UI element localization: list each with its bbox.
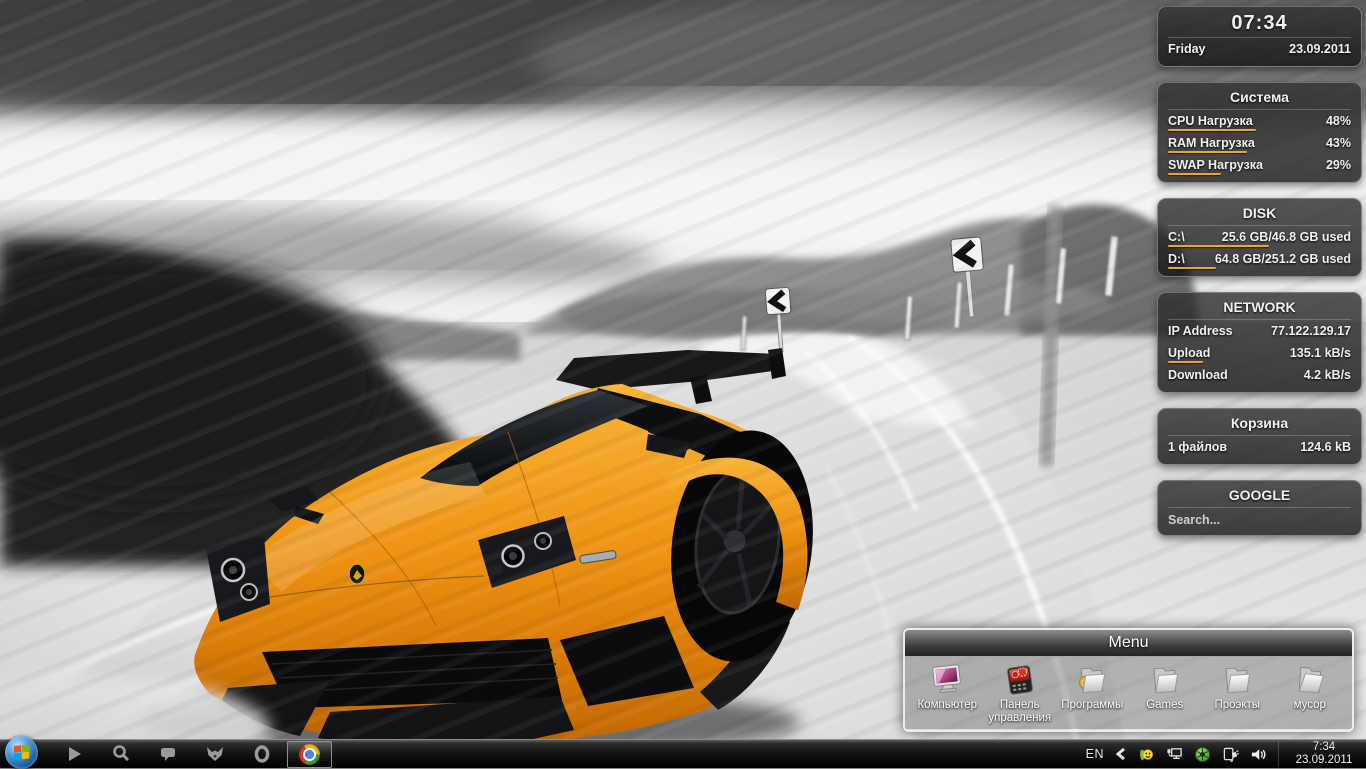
messenger-icon[interactable] [1138, 746, 1155, 763]
stat-value: 124.6 kB [1300, 440, 1351, 454]
stat-value: 77.122.129.17 [1271, 324, 1351, 338]
menu-items-row: Компьютер Панель управления Программы Ga… [905, 657, 1352, 729]
widget-title: DISK [1168, 202, 1351, 226]
menu-item-projects[interactable]: Проэкты [1201, 659, 1274, 729]
clock-day: Friday [1168, 42, 1206, 56]
menu-panel: Menu Компьютер Панель управления Програм… [903, 628, 1354, 732]
stat-row: IP Address 77.122.129.17 [1168, 320, 1351, 342]
opera-icon[interactable] [252, 744, 272, 764]
chat-icon[interactable] [158, 744, 178, 764]
menu-item-games[interactable]: Games [1129, 659, 1202, 729]
taskbar: EN 7:34 23.09.2011 [0, 736, 1366, 769]
clock-date: 23.09.2011 [1289, 42, 1351, 56]
tray-clock[interactable]: 7:34 23.09.2011 [1278, 741, 1363, 767]
stat-label: SWAP Нагрузка [1168, 158, 1263, 172]
menu-item-label: Программы [1061, 699, 1124, 711]
folder-icon [1298, 666, 1324, 694]
language-indicator[interactable]: EN [1086, 747, 1104, 761]
search-icon[interactable] [111, 744, 131, 764]
usage-meter [1168, 173, 1222, 175]
tray-clock-time: 7:34 [1312, 741, 1336, 753]
stat-label: Upload [1168, 346, 1211, 360]
stat-value: 25.6 GB/46.8 GB used [1221, 230, 1351, 244]
fox-icon[interactable] [205, 744, 225, 764]
chrome-icon [299, 744, 320, 765]
stat-value: 4.2 kB/s [1303, 368, 1351, 382]
clock-widget: 07:34 Friday 23.09.2011 [1157, 6, 1362, 67]
menu-item-control-panel[interactable]: Панель управления [984, 659, 1057, 729]
clock-time: 07:34 [1168, 10, 1351, 38]
stat-value: 43% [1325, 136, 1351, 150]
network-icon[interactable] [1166, 746, 1183, 763]
stat-value: 135.1 kB/s [1289, 346, 1351, 360]
usage-meter [1168, 151, 1247, 153]
menu-item-label: Панель управления [988, 699, 1052, 725]
menu-titlebar: Menu [905, 630, 1352, 657]
tray-clock-date: 23.09.2011 [1295, 754, 1353, 766]
stat-label: C:\ [1168, 230, 1185, 244]
antivirus-icon[interactable] [1194, 746, 1211, 763]
menu-title: Menu [1108, 634, 1149, 651]
stat-label: CPU Нагрузка [1168, 114, 1253, 128]
system-tray: EN 7:34 23.09.2011 [1086, 740, 1363, 768]
stat-value: 48% [1325, 114, 1351, 128]
menu-item-label: Проэкты [1214, 699, 1261, 711]
usage-meter [1168, 245, 1269, 247]
usage-meter [1168, 361, 1203, 363]
programs-folder-icon [1078, 667, 1106, 694]
stat-label: Download [1168, 368, 1228, 382]
hidden-icons-chevron[interactable] [1115, 747, 1127, 761]
stat-row: 1 файлов 124.6 kB [1168, 436, 1351, 458]
menu-item-trash[interactable]: мусор [1274, 659, 1347, 729]
recycle-bin-widget: Корзина 1 файлов 124.6 kB [1157, 408, 1362, 465]
usage-meter [1168, 267, 1216, 269]
quick-launch-area [64, 740, 272, 768]
widget-title: NETWORK [1168, 296, 1351, 320]
stat-row: SWAP Нагрузка 29% [1168, 154, 1351, 176]
disk-widget: DISK C:\ 25.6 GB/46.8 GB used D:\ 64.8 G… [1157, 198, 1362, 277]
google-search-input[interactable] [1168, 508, 1351, 529]
network-widget: NETWORK IP Address 77.122.129.17 Upload … [1157, 292, 1362, 393]
usage-meter [1168, 129, 1256, 131]
stat-label: D:\ [1168, 252, 1185, 266]
stat-row: CPU Нагрузка 48% [1168, 110, 1351, 132]
folder-icon [1153, 667, 1178, 694]
stat-label: IP Address [1168, 324, 1233, 338]
stat-row: C:\ 25.6 GB/46.8 GB used [1168, 226, 1351, 248]
google-search-widget: GOOGLE [1157, 480, 1362, 536]
widget-panel: 07:34 Friday 23.09.2011 Система CPU Нагр… [1157, 6, 1362, 536]
folder-icon [1225, 667, 1251, 694]
menu-item-label: мусор [1293, 699, 1326, 711]
volume-icon[interactable] [1250, 746, 1267, 763]
stat-label: 1 файлов [1168, 440, 1228, 454]
widget-title: Система [1168, 86, 1351, 110]
stat-row: Upload 135.1 kB/s [1168, 342, 1351, 364]
stat-value: 64.8 GB/251.2 GB used [1214, 252, 1351, 266]
stat-row: Download 4.2 kB/s [1168, 364, 1351, 386]
menu-item-label: Games [1146, 699, 1184, 711]
stat-label: RAM Нагрузка [1168, 136, 1255, 150]
computer-icon [932, 664, 962, 694]
menu-item-computer[interactable]: Компьютер [911, 659, 984, 729]
stat-row: D:\ 64.8 GB/251.2 GB used [1168, 248, 1351, 270]
widget-title: GOOGLE [1168, 484, 1351, 508]
start-button[interactable] [5, 736, 38, 769]
system-monitor-widget: Система CPU Нагрузка 48% RAM Нагрузка 43… [1157, 82, 1362, 183]
menu-item-label: Компьютер [917, 699, 978, 711]
widget-title: Корзина [1168, 412, 1351, 436]
stat-row: RAM Нагрузка 43% [1168, 132, 1351, 154]
play-icon[interactable] [64, 744, 84, 764]
taskbar-chrome-button[interactable] [287, 741, 332, 768]
control-panel-icon [1006, 665, 1033, 695]
windows-flag-icon [13, 745, 29, 760]
menu-item-programs[interactable]: Программы [1056, 659, 1129, 729]
desktop: 07:34 Friday 23.09.2011 Система CPU Нагр… [0, 0, 1366, 769]
stat-value: 29% [1325, 158, 1351, 172]
power-plug-icon[interactable] [1222, 746, 1239, 763]
